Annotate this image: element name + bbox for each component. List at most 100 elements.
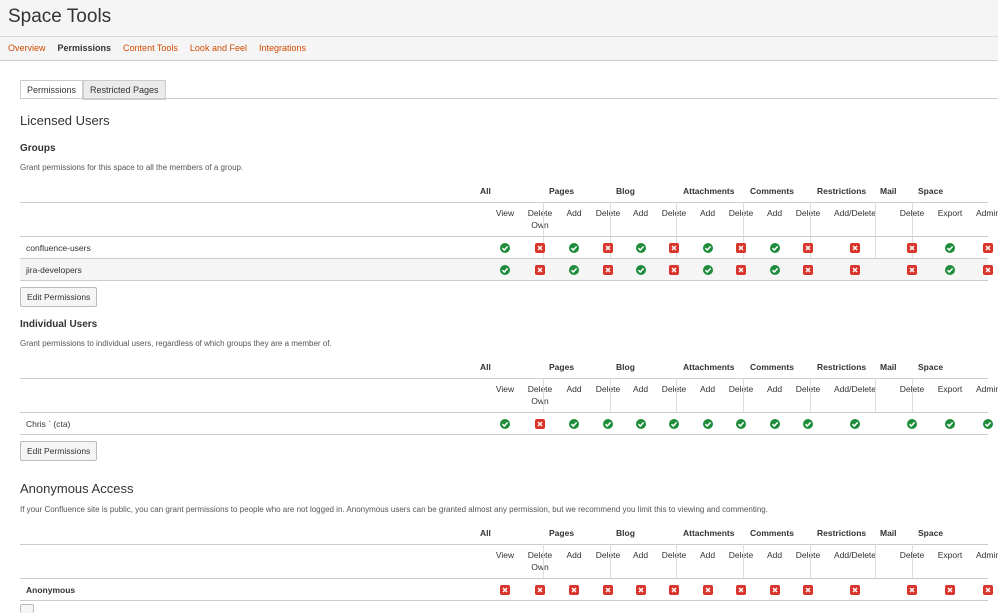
groups-description: Grant permissions for this space to all …	[20, 163, 244, 172]
column-group-pages: Pages	[549, 528, 575, 538]
column-header-delete-9: Delete	[795, 208, 821, 218]
column-separator	[875, 378, 876, 412]
denied-x-icon	[736, 243, 746, 253]
table-header-divider	[20, 544, 988, 545]
granted-check-icon	[500, 419, 510, 429]
column-separator	[743, 378, 744, 412]
column-header-delete-7: Delete	[728, 384, 754, 394]
column-header-admin-13: Admin	[975, 208, 998, 218]
granted-check-icon	[850, 419, 860, 429]
denied-x-icon	[603, 243, 613, 253]
nav-content-tools[interactable]: Content Tools	[123, 37, 178, 60]
granted-check-icon	[907, 419, 917, 429]
column-group-all: All	[480, 528, 491, 538]
column-header-delete-3: Delete	[595, 550, 621, 560]
groups-permissions-table: All Pages Blog Attachments Comments Restricti…	[20, 181, 998, 281]
row-name: Chris ` (cta)	[26, 419, 71, 429]
column-header-admin-13: Admin	[975, 550, 998, 560]
tab-permissions[interactable]: Permissions	[20, 80, 84, 100]
denied-x-icon	[603, 585, 613, 595]
column-separator	[912, 378, 913, 412]
denied-x-icon	[669, 585, 679, 595]
nav-look-and-feel[interactable]: Look and Feel	[190, 37, 247, 60]
granted-check-icon	[736, 419, 746, 429]
denied-x-icon	[669, 243, 679, 253]
edit-individual-permissions-button[interactable]: Edit Permissions	[20, 441, 98, 461]
granted-check-icon	[769, 243, 780, 253]
column-group-pages: Pages	[549, 186, 575, 196]
denied-x-icon	[850, 585, 860, 595]
denied-x-icon	[569, 585, 579, 595]
denied-x-icon	[535, 243, 545, 253]
column-group-blog: Blog	[616, 528, 635, 538]
granted-check-icon	[569, 243, 579, 253]
column-group-attachments: Attachments	[683, 362, 735, 372]
row-name: Anonymous	[26, 585, 76, 595]
column-group-comments: Comments	[750, 186, 794, 196]
granted-check-icon	[945, 243, 955, 253]
column-header-delete-7: Delete	[728, 208, 754, 218]
column-header-add-4: Add	[632, 550, 649, 560]
column-header-add-6: Add	[699, 550, 716, 560]
column-group-restrictions: Restrictions	[817, 186, 867, 196]
column-group-mail: Mail	[880, 528, 897, 538]
column-header-add-4: Add	[632, 208, 649, 218]
nav-permissions[interactable]: Permissions	[58, 37, 112, 60]
column-header-view-0: View	[495, 384, 515, 394]
nav-integrations[interactable]: Integrations	[259, 37, 306, 60]
column-group-comments: Comments	[750, 528, 794, 538]
denied-x-icon	[850, 265, 860, 275]
table-header-divider	[20, 202, 988, 203]
granted-check-icon	[702, 243, 713, 253]
column-header-add-8: Add	[766, 384, 783, 394]
table-row: Chris ` (cta)	[20, 412, 993, 435]
granted-check-icon	[769, 419, 780, 429]
column-header-add-4: Add	[632, 384, 649, 394]
denied-x-icon	[535, 585, 545, 595]
edit-group-permissions-button[interactable]: Edit Permissions	[20, 287, 98, 307]
granted-check-icon	[769, 265, 780, 275]
denied-x-icon	[945, 585, 955, 595]
column-separator	[610, 544, 611, 578]
denied-x-icon	[736, 265, 746, 275]
table-bottom-line	[20, 280, 988, 281]
nav-overview[interactable]: Overview	[8, 37, 46, 60]
column-header-add-6: Add	[699, 208, 716, 218]
granted-check-icon	[945, 265, 955, 275]
column-separator	[543, 378, 544, 412]
granted-check-icon	[569, 265, 579, 275]
licensed-users-heading: Licensed Users	[20, 113, 110, 128]
column-header-export-12: Export	[937, 208, 963, 218]
column-group-all: All	[480, 362, 491, 372]
denied-x-icon	[850, 243, 860, 253]
column-separator	[810, 378, 811, 412]
tab-restricted-pages[interactable]: Restricted Pages	[83, 80, 166, 100]
column-group-blog: Blog	[616, 186, 635, 196]
denied-x-icon	[736, 585, 746, 595]
space-tools-nav: Overview Permissions Content Tools Look …	[0, 36, 998, 60]
column-separator	[676, 544, 677, 578]
column-group-pages: Pages	[549, 362, 575, 372]
denied-x-icon	[669, 265, 679, 275]
column-header-view-0: View	[495, 550, 515, 560]
anonymous-access-description: If your Confluence site is public, you c…	[20, 505, 768, 514]
table-row: confluence-users	[20, 236, 993, 259]
granted-check-icon	[702, 419, 713, 429]
column-separator	[676, 378, 677, 412]
granted-check-icon	[669, 419, 679, 429]
column-separator	[810, 544, 811, 578]
granted-check-icon	[603, 419, 613, 429]
column-header-delete-9: Delete	[795, 550, 821, 560]
column-header-delete-own-1: Delete Own	[527, 550, 553, 572]
individual-users-description: Grant permissions to individual users, r…	[20, 339, 332, 348]
individual-users-heading: Individual Users	[20, 319, 98, 330]
denied-x-icon	[983, 585, 993, 595]
table-row: jira-developers	[20, 258, 993, 281]
column-header-delete-5: Delete	[661, 550, 687, 560]
row-name: jira-developers	[26, 265, 82, 275]
anonymous-permissions-table: All Pages Blog Attachments Comments Restricti…	[20, 523, 998, 603]
groups-heading: Groups	[20, 143, 56, 154]
column-header-delete-3: Delete	[595, 208, 621, 218]
denied-x-icon	[535, 419, 545, 429]
column-header-delete-5: Delete	[661, 208, 687, 218]
